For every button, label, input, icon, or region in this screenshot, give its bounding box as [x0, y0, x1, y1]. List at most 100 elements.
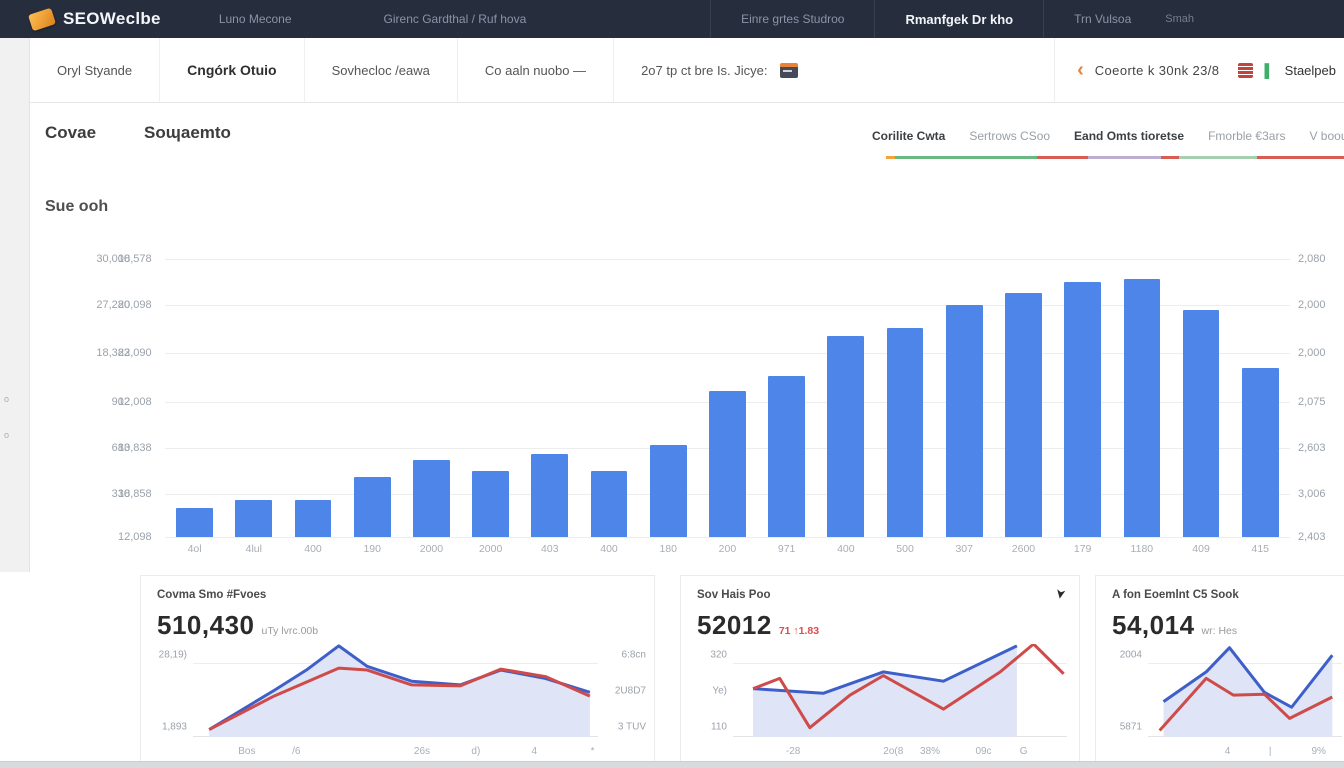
- x-tick-label: 415: [1231, 543, 1290, 555]
- cursor-icon[interactable]: ➤: [1052, 587, 1070, 601]
- card-title: Sov Hais Poo: [697, 589, 771, 601]
- bar-slot: [1171, 250, 1230, 537]
- bar[interactable]: [1064, 282, 1101, 537]
- compare-label[interactable]: Staelpeb: [1285, 63, 1336, 78]
- mini-plot: [1148, 644, 1342, 737]
- mini-plot: [193, 644, 598, 737]
- topnav: Luno Mecone Girenc Gardthal / Ruf hova: [219, 12, 526, 26]
- calendar-icon[interactable]: [780, 63, 798, 78]
- date-range[interactable]: Coeorte k 30nk 23/8: [1095, 63, 1220, 78]
- x-tick-label: 180: [639, 543, 698, 555]
- x-tick-label: 400: [283, 543, 342, 555]
- export-icon[interactable]: [1238, 63, 1253, 78]
- bar[interactable]: [472, 471, 509, 537]
- grid-line: [165, 537, 1290, 538]
- y-tick-label: 12,098: [118, 531, 152, 543]
- bar-slot: [579, 250, 638, 537]
- bar-slot: [461, 250, 520, 537]
- topnav-item-5[interactable]: Trn Vulsoa: [1074, 12, 1131, 26]
- mini-line-chart-3: 200458714|9%: [1096, 638, 1344, 761]
- card-title: Covma Smo #Fvoes: [157, 589, 266, 601]
- legend-item[interactable]: Fmorble €3ars: [1208, 129, 1285, 143]
- x-tick-label: 307: [935, 543, 994, 555]
- chart-legend: Corilite Cwta Sertrows CSoo Eand Omts tior…: [872, 129, 1344, 143]
- logo-icon: [28, 7, 56, 31]
- bar[interactable]: [176, 508, 213, 537]
- topnav-item-3[interactable]: Einre grtes Studroo: [741, 12, 844, 26]
- legend-item[interactable]: Sertrows CSoo: [969, 129, 1050, 143]
- x-tick-label: Bos: [238, 746, 255, 757]
- footer-bar[interactable]: [0, 761, 1344, 768]
- toolbar-item-3[interactable]: Sovhecloc /eawa: [305, 38, 458, 102]
- bar[interactable]: [413, 460, 450, 537]
- toolbar-right: ‹ Coeorte k 30nk 23/8 ▌ Staelpeb: [1054, 38, 1336, 102]
- bar[interactable]: [1183, 310, 1220, 537]
- x-tick-label: 500: [875, 543, 934, 555]
- bar[interactable]: [768, 376, 805, 537]
- topnav-item-4-active[interactable]: Rmanfgek Dr kho: [905, 12, 1013, 27]
- y-tick-label: 2,080: [1298, 253, 1326, 265]
- legend-item[interactable]: Corilite Cwta: [872, 129, 945, 143]
- legend-bar-segment: [886, 156, 895, 159]
- y-tick-label: 28,19): [147, 650, 187, 661]
- legend-item[interactable]: V boour: [1309, 129, 1344, 143]
- app-root: SEOWeclbe Luno Mecone Girenc Gardthal / …: [0, 0, 1344, 768]
- back-chevron-icon[interactable]: ‹: [1077, 60, 1084, 80]
- tab-2[interactable]: Soɰaemto: [144, 123, 231, 143]
- y-tick-label: 18,858: [118, 488, 152, 500]
- bar[interactable]: [887, 328, 924, 538]
- bar[interactable]: [235, 500, 272, 537]
- left-sidebar[interactable]: o o: [0, 38, 30, 572]
- topnav-item-1[interactable]: Luno Mecone: [219, 12, 292, 26]
- bar-slot: [757, 250, 816, 537]
- y-tick-label: 110: [687, 721, 727, 732]
- x-tick-label: 2000: [402, 543, 461, 555]
- bar[interactable]: [295, 500, 332, 537]
- bar[interactable]: [354, 477, 391, 537]
- bar[interactable]: [1005, 293, 1042, 537]
- y-tick-label: 3,006: [1298, 488, 1326, 500]
- bar-slot: [343, 250, 402, 537]
- y-tick-label: 10,838: [118, 442, 152, 454]
- bar[interactable]: [650, 445, 687, 537]
- topnav-item-2[interactable]: Girenc Gardthal / Ruf hova: [384, 12, 527, 26]
- bar-slot: [698, 250, 757, 537]
- bar[interactable]: [1124, 279, 1161, 537]
- bar-slot: [224, 250, 283, 537]
- toolbar-item-5-label: 2o7 tp ct bre Is. Jicye:: [641, 63, 767, 78]
- bar[interactable]: [1242, 368, 1279, 537]
- toolbar-item-4[interactable]: Co aaln nuobo —: [458, 38, 614, 102]
- card-value-note: wr: Hes: [1202, 625, 1238, 637]
- tab-1[interactable]: Covae: [45, 123, 96, 143]
- x-tick-label: 4ol: [165, 543, 224, 555]
- toolbar-item-1[interactable]: Oryl Styande: [30, 38, 160, 102]
- bar[interactable]: [591, 471, 628, 537]
- y-tick-label: 22,090: [118, 347, 152, 359]
- legend-bar-segment: [1037, 156, 1087, 159]
- x-tick-label: 09c: [975, 746, 991, 757]
- y-tick-label: 2,000: [1298, 347, 1326, 359]
- toolbar-item-5[interactable]: 2o7 tp ct bre Is. Jicye:: [614, 38, 824, 102]
- bar[interactable]: [531, 454, 568, 537]
- bar-slot: [639, 250, 698, 537]
- sidebar-tick: o: [4, 394, 9, 404]
- legend-bar-segment: [1088, 156, 1161, 159]
- bar[interactable]: [709, 391, 746, 537]
- card-value: 52012: [697, 610, 772, 641]
- metric-card-3: A fon Eoemlnt C5 Sook 54,014 wr: Hes 200…: [1095, 575, 1344, 762]
- x-tick-label: -28: [786, 746, 800, 757]
- legend-bar-segment: [895, 156, 1037, 159]
- sidebar-tick: o: [4, 430, 9, 440]
- metric-card-1: Covma Smo #Fvoes 510,430 uTy lvrc.00b 28…: [140, 575, 655, 762]
- toolbar-item-2[interactable]: Cngórk Otuio: [160, 38, 304, 102]
- x-tick-label: 4: [1225, 746, 1231, 757]
- toolbar: Oryl Styande Cngórk Otuio Sovhecloc /eaw…: [30, 38, 1344, 103]
- x-tick-label: d): [471, 746, 480, 757]
- bar-chart-bars: [165, 250, 1290, 537]
- bar[interactable]: [827, 336, 864, 537]
- logo[interactable]: SEOWeclbe: [30, 9, 161, 29]
- x-tick-label: 2o(8: [883, 746, 903, 757]
- topnav-item-6[interactable]: Smah: [1165, 13, 1194, 25]
- legend-item[interactable]: Eand Omts tioretse: [1074, 129, 1184, 143]
- bar[interactable]: [946, 305, 983, 537]
